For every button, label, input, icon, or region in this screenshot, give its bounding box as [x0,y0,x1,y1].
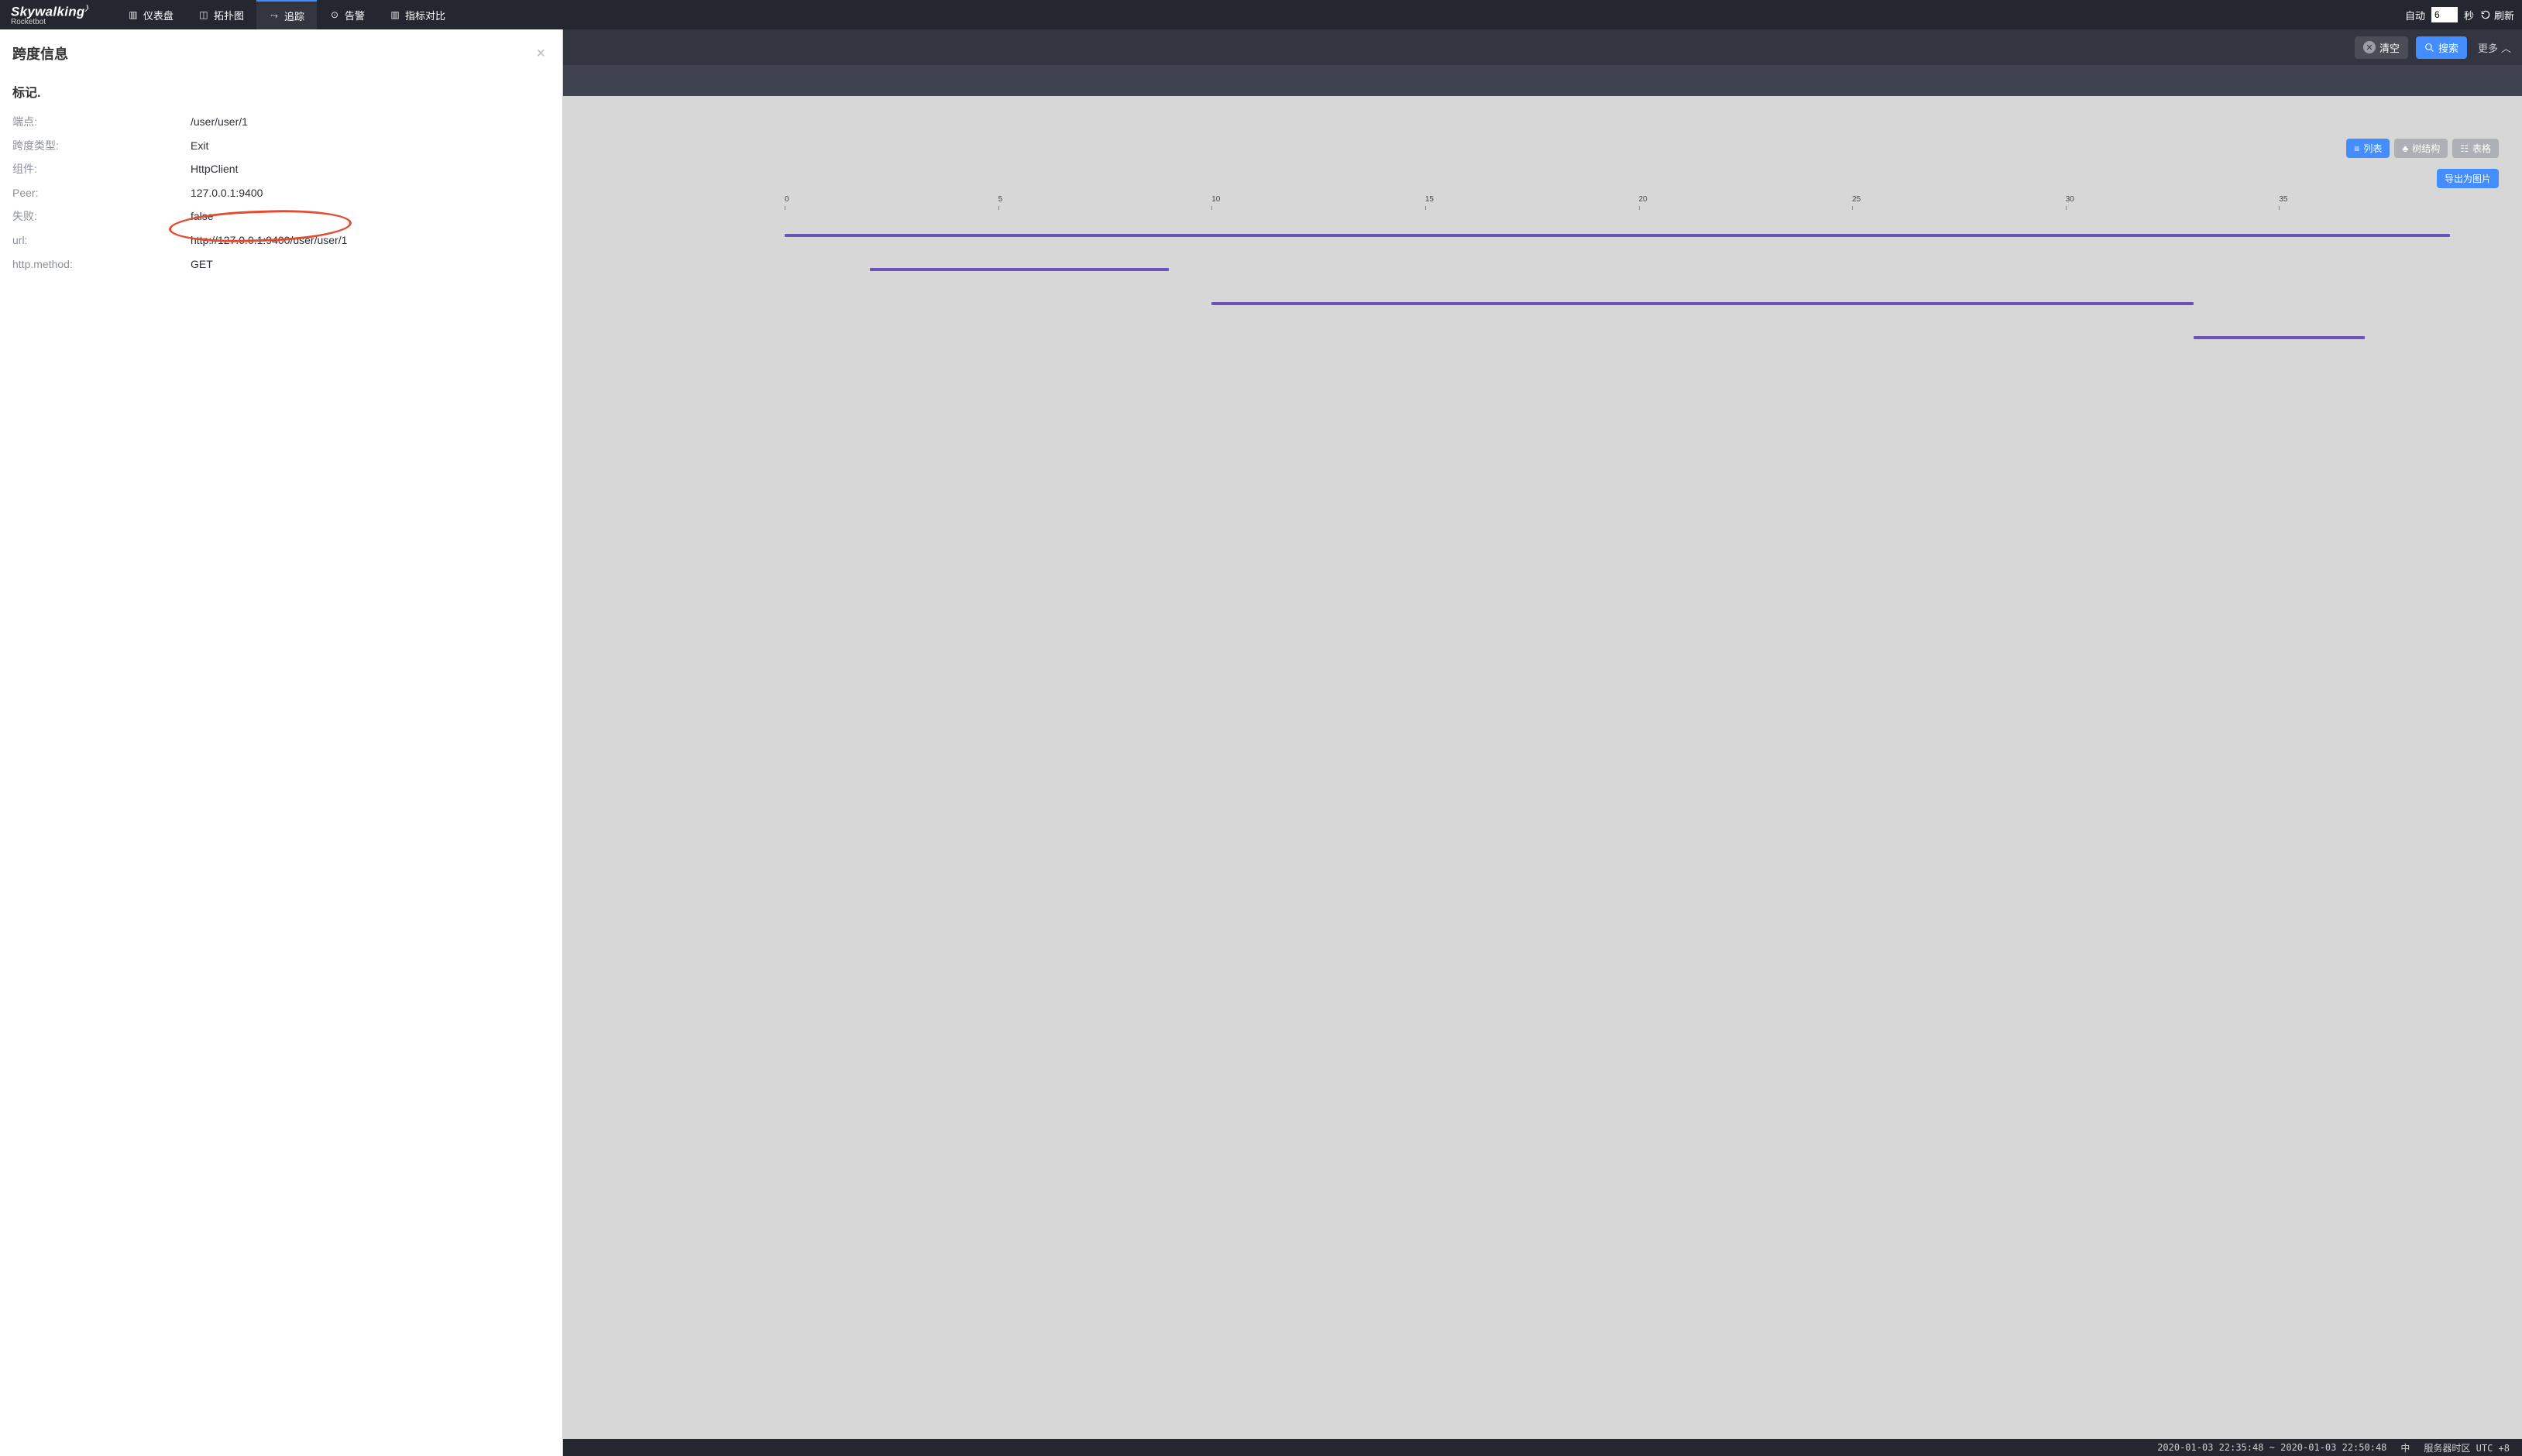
fail-value: false [191,209,214,225]
footer-time-range: 2020-01-03 22:35:48 ~ 2020-01-03 22:50:4… [2157,1442,2386,1453]
view-tree-label: 树结构 [2412,142,2440,155]
tree-icon: ♣ [2402,143,2408,154]
ruler-tick: 10 [1211,195,1425,211]
metrics-icon: ▥ [390,9,400,20]
dashboard-icon: ▥ [128,9,139,20]
spantype-value: Exit [191,139,208,154]
refresh-icon [2480,9,2491,20]
refresh-button[interactable]: 刷新 [2480,8,2514,22]
nav-dashboard-label: 仪表盘 [143,8,174,22]
auto-unit: 秒 [2464,8,2474,22]
more-button[interactable]: 更多 ︿ [2475,36,2514,59]
trace-icon: ⤳ [269,10,280,22]
view-buttons: ≡ 列表 ♣ 树结构 ☷ 表格 [2346,139,2499,158]
ruler-tick: 30 [2066,195,2280,211]
clear-label: 清空 [2379,40,2400,55]
clear-button[interactable]: ✕ 清空 [2355,36,2408,59]
search-button[interactable]: 搜索 [2416,36,2467,59]
search-icon [2424,43,2434,53]
auto-interval-input[interactable] [2431,7,2458,22]
trace-chart-area: ≡ 列表 ♣ 树结构 ☷ 表格 导出为图片 05101520253035 [563,96,2522,1439]
nav-trace[interactable]: ⤳ 追踪 [256,0,317,29]
kv-fail: 失败: false [12,209,550,225]
nav-metrics-label: 指标对比 [405,8,445,22]
ruler-tick: 25 [1852,195,2066,211]
nav: ▥ 仪表盘 ◫ 拓扑图 ⤳ 追踪 ⊙ 告警 ▥ 指标对比 [115,0,458,29]
peer-label: Peer: [12,186,191,201]
kv-endpoint: 端点: /user/user/1 [12,115,550,130]
method-label: http.method: [12,257,191,273]
footer-lang[interactable]: 中 [2400,1441,2410,1454]
endpoint-label: 端点: [12,115,191,130]
nav-trace-label: 追踪 [284,9,304,23]
panel-tags-title: 标记. [12,82,550,101]
view-tree-button[interactable]: ♣ 树结构 [2394,139,2448,158]
more-label: 更多 [2478,40,2498,55]
kv-url: url: http://127.0.0.1:9400/user/user/1 [12,233,550,249]
ruler-tick: 5 [998,195,1212,211]
topology-icon: ◫ [198,9,209,20]
method-value: GET [191,257,213,273]
topbar-right: 自动 秒 刷新 [2405,7,2514,22]
nav-topology-label: 拓扑图 [214,8,244,22]
ruler-tick: 35 [2279,195,2493,211]
gantt-bars [785,220,2493,356]
kv-component: 组件: HttpClient [12,162,550,177]
gantt-row[interactable] [785,254,2493,288]
url-label: url: [12,233,191,249]
kv-peer: Peer: 127.0.0.1:9400 [12,186,550,201]
close-circle-icon: ✕ [2363,41,2376,53]
view-table-label: 表格 [2472,142,2491,155]
view-list-label: 列表 [2363,142,2382,155]
gantt-span-bar[interactable] [1211,302,2194,305]
logo-sub: Rocketbot [11,18,92,26]
time-ruler: 05101520253035 [785,195,2493,211]
endpoint-value: /user/user/1 [191,115,248,130]
peer-value: 127.0.0.1:9400 [191,186,263,201]
span-detail-panel: × 跨度信息 标记. 端点: /user/user/1 跨度类型: Exit 组… [0,29,563,1456]
close-icon[interactable]: × [536,45,545,63]
nav-alarm-label: 告警 [345,8,365,22]
nav-topology[interactable]: ◫ 拓扑图 [186,0,256,29]
view-list-button[interactable]: ≡ 列表 [2346,139,2390,158]
gantt-span-bar[interactable] [2194,336,2365,339]
nav-metrics[interactable]: ▥ 指标对比 [377,0,458,29]
spantype-label: 跨度类型: [12,139,191,154]
gantt-row[interactable] [785,288,2493,322]
view-table-button[interactable]: ☷ 表格 [2452,139,2499,158]
component-label: 组件: [12,162,191,177]
alarm-icon: ⊙ [329,9,340,20]
nav-dashboard[interactable]: ▥ 仪表盘 [115,0,186,29]
ruler-tick: 15 [1425,195,1639,211]
fail-label: 失败: [12,209,191,225]
topbar: Skywalking〉 Rocketbot ▥ 仪表盘 ◫ 拓扑图 ⤳ 追踪 ⊙… [0,0,2522,29]
chevron-up-icon: ︿ [2501,40,2511,55]
footer-tz: 服务器时区 UTC +8 [2424,1441,2510,1454]
logo: Skywalking〉 Rocketbot [8,3,92,26]
url-value: http://127.0.0.1:9400/user/user/1 [191,233,347,249]
gantt-row[interactable] [785,322,2493,356]
panel-title: 跨度信息 [12,43,550,64]
gantt-span-bar[interactable] [870,268,1169,271]
auto-label: 自动 [2405,8,2425,22]
refresh-label: 刷新 [2494,8,2514,22]
kv-spantype: 跨度类型: Exit [12,139,550,154]
nav-alarm[interactable]: ⊙ 告警 [317,0,377,29]
export-label: 导出为图片 [2445,172,2491,185]
export-image-button[interactable]: 导出为图片 [2437,169,2499,188]
kv-method: http.method: GET [12,257,550,273]
search-label: 搜索 [2438,40,2458,55]
gantt-span-bar[interactable] [785,234,2450,237]
ruler-tick: 0 [785,195,998,211]
list-icon: ≡ [2354,143,2359,154]
gantt-row[interactable] [785,220,2493,254]
component-value: HttpClient [191,162,238,177]
table-icon: ☷ [2460,143,2469,154]
ruler-tick: 20 [1639,195,1853,211]
